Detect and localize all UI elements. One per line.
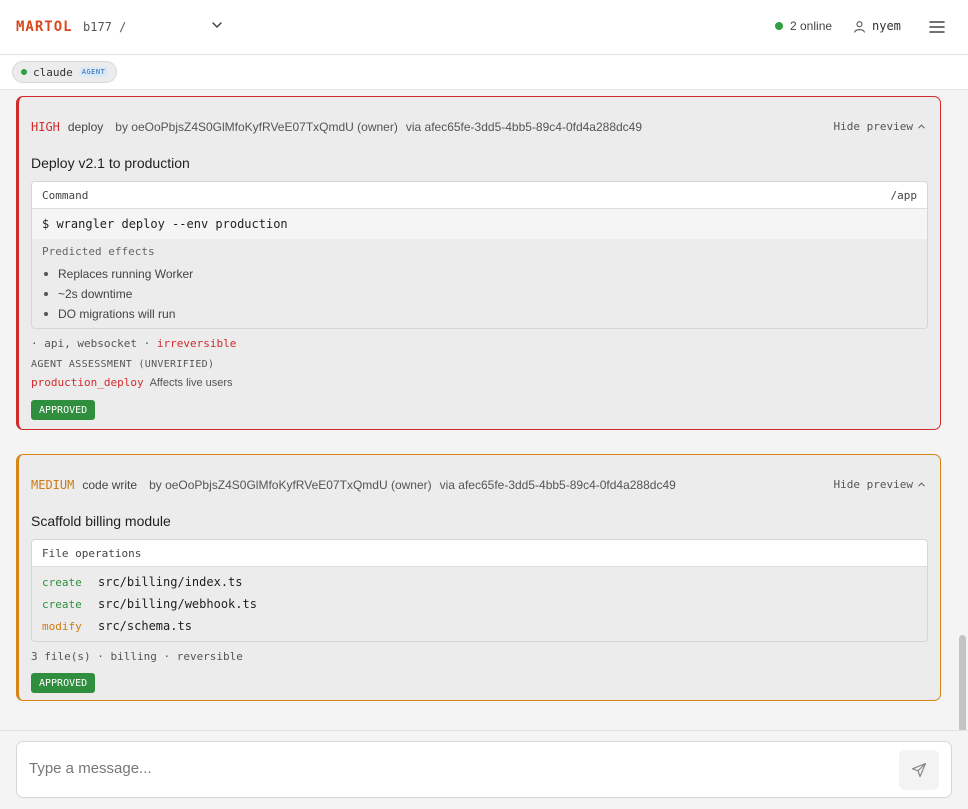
message-feed[interactable]: HIGH deploy by oeOoPbjsZ4S0GlMfoKyfRVeE0… <box>0 90 968 730</box>
file-op-row: create src/billing/index.ts <box>42 571 917 593</box>
assessment-text: Affects live users <box>149 377 233 389</box>
online-indicator[interactable]: 2 online <box>775 19 832 33</box>
meta-scope: · api, websocket · <box>31 337 151 350</box>
app-logo[interactable]: MARTOL <box>16 19 73 35</box>
file-op-action: create <box>42 597 82 611</box>
file-op-path: src/billing/index.ts <box>98 575 243 589</box>
command-preview: Command /app $ wrangler deploy --env pro… <box>31 181 928 329</box>
chevron-up-icon <box>918 124 925 129</box>
top-bar: MARTOL b177 / 2 online nyem <box>0 0 968 55</box>
file-ops-label: File operations <box>42 546 142 560</box>
action-card-high: HIGH deploy by oeOoPbjsZ4S0GlMfoKyfRVeE0… <box>16 96 941 430</box>
file-ops-header: File operations <box>32 540 927 567</box>
file-op-action: create <box>42 575 82 589</box>
status-dot-icon <box>21 69 27 75</box>
effects-label: Predicted effects <box>42 245 155 258</box>
file-op-path: src/billing/webhook.ts <box>98 597 257 611</box>
file-op-path: src/schema.ts <box>98 619 192 633</box>
room-id: b177 / <box>83 20 127 34</box>
card-meta: 3 file(s) · billing · reversible <box>31 650 243 663</box>
online-count: 2 online <box>790 19 833 33</box>
assessment: production_deploy Affects live users <box>31 376 233 389</box>
effect-item: Replaces running Worker <box>42 264 917 284</box>
participant-name: claude <box>33 65 73 79</box>
card-title: Deploy v2.1 to production <box>31 155 190 171</box>
hide-preview-label: Hide preview <box>833 120 913 133</box>
assessment-tag: production_deploy <box>31 376 144 389</box>
file-operations: File operations create src/billing/index… <box>31 539 928 642</box>
command-header: Command /app <box>32 182 927 209</box>
card-header: MEDIUM code write by oeOoPbjsZ4S0GlMfoKy… <box>31 478 928 492</box>
participant-chip[interactable]: claude AGENT <box>12 61 118 83</box>
action-card-medium: MEDIUM code write by oeOoPbjsZ4S0GlMfoKy… <box>16 454 941 701</box>
chevron-down-icon[interactable] <box>210 18 224 32</box>
status-badge: APPROVED <box>31 673 96 693</box>
online-dot-icon <box>775 22 783 30</box>
scrollbar[interactable] <box>959 635 966 730</box>
action-type: code write <box>82 478 138 492</box>
file-ops-list: create src/billing/index.ts create src/b… <box>32 567 927 641</box>
composer <box>0 730 968 809</box>
agent-badge: AGENT <box>78 67 109 77</box>
room-name-redacted[interactable] <box>134 16 208 38</box>
severity-label: HIGH <box>31 120 60 134</box>
card-title: Scaffold billing module <box>31 513 171 529</box>
effect-item: DO migrations will run <box>42 304 917 324</box>
requested-by: by oeOoPbjsZ4S0GlMfoKyfRVeE07TxQmdU (own… <box>115 120 398 134</box>
requested-by: by oeOoPbjsZ4S0GlMfoKyfRVeE07TxQmdU (own… <box>149 478 432 492</box>
card-header: HIGH deploy by oeOoPbjsZ4S0GlMfoKyfRVeE0… <box>31 120 928 134</box>
username: nyem <box>872 19 901 33</box>
file-op-row: create src/billing/webhook.ts <box>42 593 917 615</box>
hide-preview-label: Hide preview <box>833 478 913 491</box>
predicted-effects: Predicted effects Replaces running Worke… <box>32 239 927 328</box>
command-label: Command <box>42 188 89 202</box>
hide-preview-button[interactable]: Hide preview <box>834 120 926 133</box>
assessment-label: AGENT ASSESSMENT (UNVERIFIED) <box>31 359 215 370</box>
severity-label: MEDIUM <box>31 478 75 492</box>
file-op-action: modify <box>42 619 82 633</box>
working-dir: /app <box>890 188 918 202</box>
user-menu[interactable]: nyem <box>853 19 901 33</box>
message-box <box>16 741 952 798</box>
via-session: via afec65fe-3dd5-4bb5-89c4-0fd4a288dc49 <box>405 120 643 134</box>
irreversible-flag: irreversible <box>156 337 237 350</box>
command-text: $ wrangler deploy --env production <box>32 209 927 239</box>
chevron-up-icon <box>918 482 925 487</box>
file-op-row: modify src/schema.ts <box>42 615 917 637</box>
send-button[interactable] <box>899 750 939 790</box>
card-meta: · api, websocket · irreversible <box>31 337 236 350</box>
action-type: deploy <box>67 120 104 134</box>
hide-preview-button[interactable]: Hide preview <box>834 478 926 491</box>
hamburger-menu-icon[interactable] <box>928 18 946 36</box>
effect-item: ~2s downtime <box>42 284 917 304</box>
message-input[interactable] <box>29 760 889 777</box>
presence-bar: claude AGENT <box>0 55 968 90</box>
status-badge: APPROVED <box>31 400 96 420</box>
user-icon <box>854 20 865 33</box>
send-icon <box>911 762 927 778</box>
via-session: via afec65fe-3dd5-4bb5-89c4-0fd4a288dc49 <box>439 478 676 492</box>
